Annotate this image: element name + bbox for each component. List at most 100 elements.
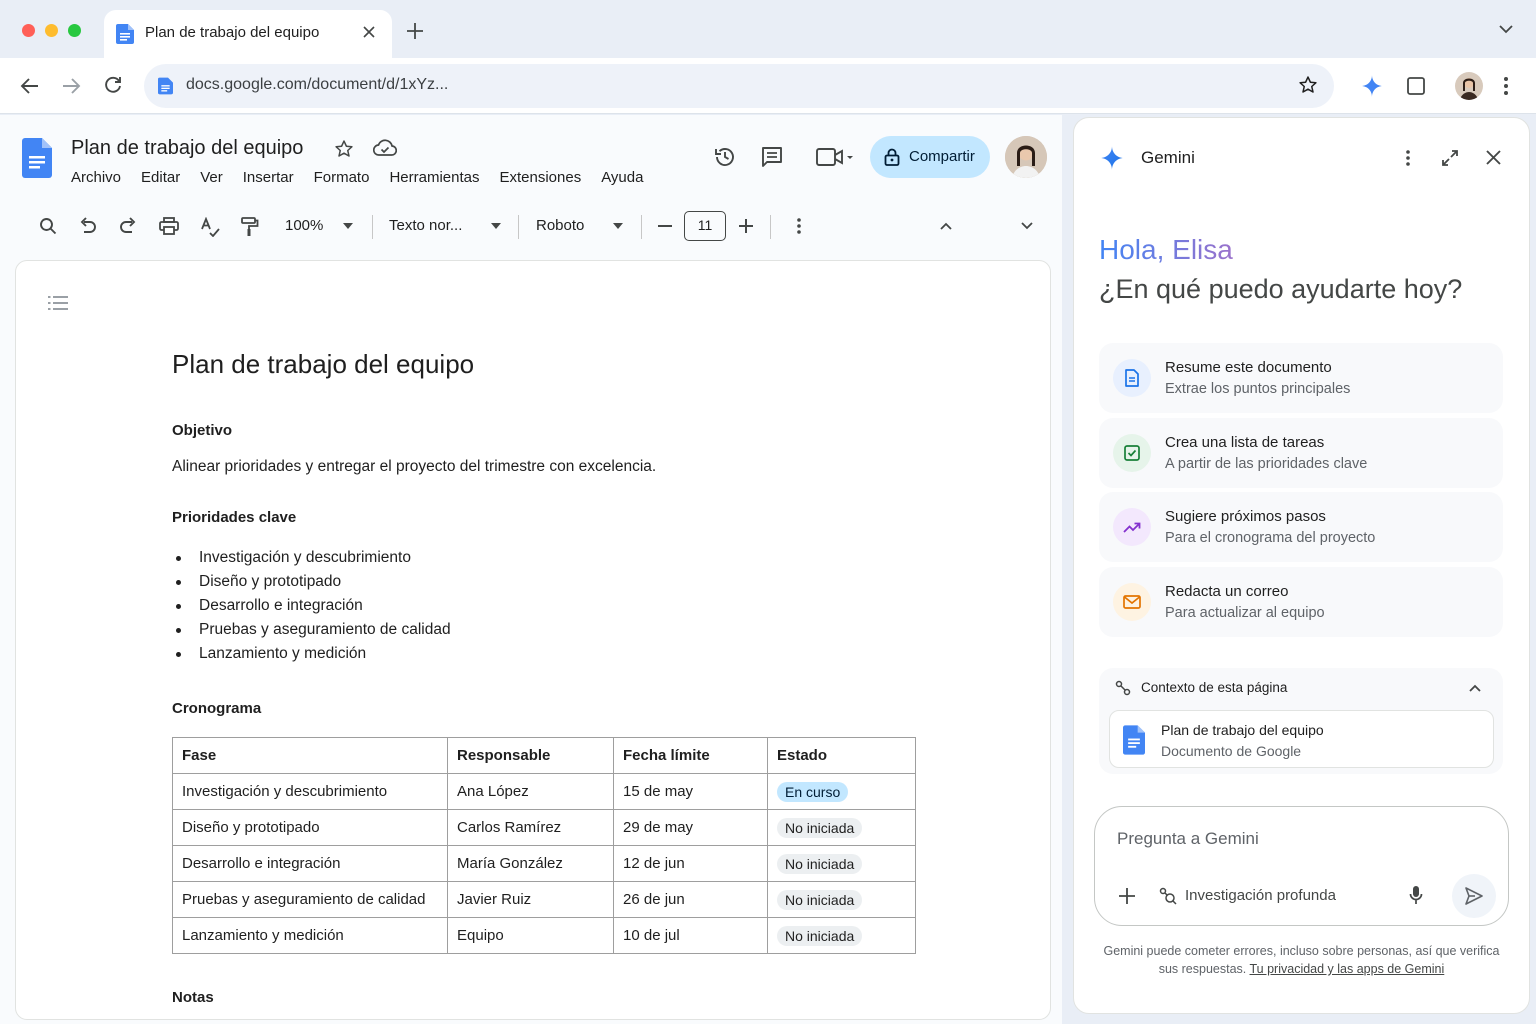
table-cell: Diseño y prototipado xyxy=(172,809,448,846)
table-cell: 12 de jun xyxy=(613,845,768,882)
address-bar[interactable]: docs.google.com/document/d/1xYz... xyxy=(144,64,1334,108)
version-history-icon[interactable] xyxy=(713,145,737,169)
paint-format-icon[interactable] xyxy=(241,217,259,237)
maximize-window-button[interactable] xyxy=(68,24,81,37)
table-cell: No iniciada xyxy=(767,809,916,846)
menu-archivo[interactable]: Archivo xyxy=(71,169,121,186)
collapse-context-icon[interactable] xyxy=(1469,684,1481,692)
menu-ayuda[interactable]: Ayuda xyxy=(601,169,643,186)
print-icon[interactable] xyxy=(159,217,179,235)
close-panel-icon[interactable] xyxy=(1486,150,1501,165)
menu-formato[interactable]: Formato xyxy=(314,169,370,186)
style-dropdown-icon[interactable] xyxy=(491,223,501,229)
send-button[interactable] xyxy=(1452,874,1496,918)
reload-icon[interactable] xyxy=(103,75,123,95)
new-tab-icon[interactable] xyxy=(406,22,424,40)
menu-herramientas[interactable]: Herramientas xyxy=(389,169,479,186)
side-panel-icon[interactable] xyxy=(1406,76,1426,96)
mail-icon xyxy=(1113,583,1151,621)
add-attachment-icon[interactable] xyxy=(1119,888,1135,904)
share-button[interactable]: Compartir xyxy=(870,136,990,178)
decrease-font-size-icon[interactable] xyxy=(658,225,672,227)
document-title[interactable]: Plan de trabajo del equipo xyxy=(71,137,303,160)
browser-tab[interactable]: Plan de trabajo del equipo xyxy=(104,10,392,58)
table-header: Fecha límite xyxy=(613,737,768,774)
docs-logo-icon[interactable] xyxy=(22,138,52,178)
docs-app: Plan de trabajo del equipo Archivo Edita… xyxy=(0,115,1062,1024)
spellcheck-icon[interactable] xyxy=(200,217,220,237)
back-icon[interactable] xyxy=(20,76,40,96)
document-page[interactable]: Plan de trabajo del equipo Objetivo Alin… xyxy=(15,260,1051,1020)
suggestion-card[interactable]: Redacta un correo Para actualizar al equ… xyxy=(1099,567,1503,637)
menu-editar[interactable]: Editar xyxy=(141,169,180,186)
expand-icon[interactable] xyxy=(1442,150,1458,166)
menu-extensiones[interactable]: Extensiones xyxy=(499,169,581,186)
suggestion-title: Crea una lista de tareas xyxy=(1165,434,1325,451)
suggestion-subtitle: Extrae los puntos principales xyxy=(1165,381,1351,397)
table-cell: Investigación y descubrimiento xyxy=(172,773,448,810)
greeting-question: ¿En qué puedo ayudarte hoy? xyxy=(1099,274,1463,304)
prompt-input[interactable]: Pregunta a Gemini xyxy=(1117,829,1259,849)
outline-icon[interactable] xyxy=(48,295,68,311)
table-cell: No iniciada xyxy=(767,917,916,954)
font-select[interactable]: Roboto xyxy=(536,217,584,234)
status-chip[interactable]: En curso xyxy=(777,781,849,802)
paragraph-style-select[interactable]: Texto nor... xyxy=(389,217,462,234)
suggestion-card[interactable]: Resume este documento Extrae los puntos … xyxy=(1099,343,1503,413)
site-docs-icon xyxy=(158,77,173,95)
status-chip[interactable]: No iniciada xyxy=(777,817,863,838)
microphone-icon[interactable] xyxy=(1409,885,1423,905)
list-item: Lanzamiento y medición xyxy=(176,642,451,666)
document-icon xyxy=(1113,359,1151,397)
account-avatar[interactable] xyxy=(1005,136,1047,178)
editing-mode-chevron-icon[interactable] xyxy=(1021,222,1033,230)
prompt-box[interactable]: Pregunta a Gemini Investigación profunda xyxy=(1094,806,1509,926)
deep-research-icon[interactable] xyxy=(1159,887,1177,905)
collapse-menus-icon[interactable] xyxy=(940,222,952,230)
status-chip[interactable]: No iniciada xyxy=(777,925,863,946)
page-context-section: Contexto de esta página Plan de trabajo … xyxy=(1099,668,1503,774)
font-size-input[interactable]: 11 xyxy=(684,211,726,241)
star-icon[interactable] xyxy=(334,139,354,159)
more-tools-icon[interactable] xyxy=(797,218,801,234)
font-dropdown-icon[interactable] xyxy=(613,223,623,229)
deep-research-button[interactable]: Investigación profunda xyxy=(1185,887,1336,904)
tab-search-chevron-icon[interactable] xyxy=(1498,24,1514,34)
forward-icon[interactable] xyxy=(61,76,81,96)
docs-favicon-icon xyxy=(116,24,134,44)
increase-font-size-icon[interactable] xyxy=(739,219,753,233)
zoom-dropdown-icon[interactable] xyxy=(343,223,353,229)
menu-ver[interactable]: Ver xyxy=(200,169,223,186)
bookmark-star-icon[interactable] xyxy=(1298,75,1318,95)
suggestion-title: Resume este documento xyxy=(1165,359,1332,376)
table-header: Estado xyxy=(767,737,916,774)
close-window-button[interactable] xyxy=(22,24,35,37)
menu-insertar[interactable]: Insertar xyxy=(243,169,294,186)
table-cell: No iniciada xyxy=(767,845,916,882)
url-text: docs.google.com/document/d/1xYz... xyxy=(186,76,449,93)
close-tab-icon[interactable] xyxy=(362,25,376,39)
privacy-link[interactable]: Tu privacidad y las apps de Gemini xyxy=(1250,962,1445,976)
cloud-saved-icon[interactable] xyxy=(373,139,397,157)
status-chip[interactable]: No iniciada xyxy=(777,889,863,910)
zoom-select[interactable]: 100% xyxy=(285,217,323,234)
undo-icon[interactable] xyxy=(79,217,97,235)
formatting-toolbar: 100% Texto nor... Roboto 11 xyxy=(15,205,1050,247)
status-chip[interactable]: No iniciada xyxy=(777,853,863,874)
comments-icon[interactable] xyxy=(760,145,784,169)
suggestion-card[interactable]: Crea una lista de tareas A partir de las… xyxy=(1099,418,1503,488)
profile-avatar[interactable] xyxy=(1455,72,1483,100)
browser-menu-icon[interactable] xyxy=(1503,76,1509,96)
suggestion-card[interactable]: Sugiere próximos pasos Para el cronogram… xyxy=(1099,492,1503,562)
redo-icon[interactable] xyxy=(119,217,137,235)
table-row: Pruebas y aseguramiento de calidad Javie… xyxy=(172,881,916,918)
checkbox-icon xyxy=(1113,434,1151,472)
gemini-more-icon[interactable] xyxy=(1406,150,1410,166)
table-header-row: Fase Responsable Fecha límite Estado xyxy=(172,737,916,774)
context-document-card[interactable]: Plan de trabajo del equipo Documento de … xyxy=(1109,710,1494,768)
search-menus-icon[interactable] xyxy=(39,217,57,235)
gemini-sparkle-icon[interactable] xyxy=(1361,75,1383,97)
meet-video-icon[interactable] xyxy=(816,147,856,167)
suggestion-subtitle: Para el cronograma del proyecto xyxy=(1165,530,1376,546)
minimize-window-button[interactable] xyxy=(45,24,58,37)
